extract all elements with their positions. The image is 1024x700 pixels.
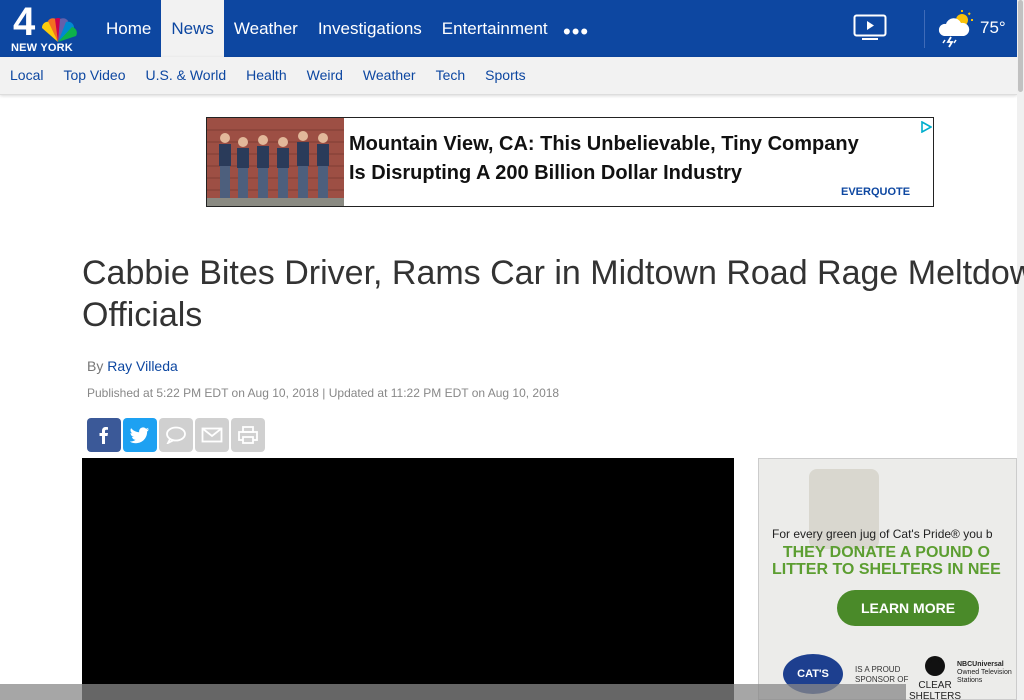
clear-logo-line2: SHELTERS [909, 691, 962, 700]
share-bar [87, 418, 265, 452]
banner-ad[interactable]: Mountain View, CA: This Unbelievable, Ti… [206, 117, 934, 207]
side-ad[interactable]: For every green jug of Cat's Pride® you … [758, 458, 1017, 700]
publish-date: Published at 5:22 PM EDT on Aug 10, 2018… [87, 386, 560, 400]
ad-photo [207, 118, 344, 206]
subnav-weather[interactable]: Weather [353, 57, 426, 94]
side-ad-headline-line2: LITTER TO SHELTERS IN NEE [772, 561, 1001, 578]
nav-entertainment[interactable]: Entertainment [432, 0, 558, 57]
byline-prefix: By [87, 358, 104, 374]
sponsor-text-line1: IS A PROUD [855, 665, 901, 674]
sponsor-text: IS A PROUD SPONSOR OF [855, 665, 908, 685]
nav-weather[interactable]: Weather [224, 0, 308, 57]
facebook-icon [99, 427, 108, 444]
subnav-sports[interactable]: Sports [475, 57, 535, 94]
nbc4-logo[interactable]: 4 NEW YORK [8, 0, 82, 54]
article-title-line1: Cabbie Bites Driver, Rams Car in Midtown… [82, 254, 1024, 292]
email-share-button[interactable] [195, 418, 229, 452]
author-link[interactable]: Ray Villeda [107, 358, 178, 374]
nbcu-line2: Owned Television Stations [957, 669, 1012, 684]
nav-home[interactable]: Home [96, 0, 161, 57]
peacock-icon [41, 18, 77, 42]
side-ad-headline: THEY DONATE A POUND O LITTER TO SHELTERS… [772, 544, 1001, 578]
temperature-readout[interactable]: 75° [980, 18, 1006, 38]
subnav-top-video[interactable]: Top Video [53, 57, 135, 94]
print-icon [238, 426, 258, 444]
main-nav: Home News Weather Investigations Enterta… [96, 0, 558, 57]
horizontal-scrollbar[interactable] [0, 684, 906, 700]
subnav-tech[interactable]: Tech [426, 57, 476, 94]
nav-news[interactable]: News [161, 0, 224, 57]
more-menu-button[interactable]: ••• [563, 19, 589, 45]
ad-headline[interactable]: Mountain View, CA: This Unbelievable, Ti… [349, 130, 859, 188]
comment-icon [166, 426, 186, 444]
vertical-scrollbar[interactable] [1017, 0, 1024, 700]
adchoices-icon[interactable] [920, 121, 932, 133]
twitter-share-button[interactable] [123, 418, 157, 452]
dog-cat-icon [925, 656, 946, 676]
video-player[interactable] [82, 458, 734, 700]
top-navigation-bar: 4 NEW YORK Home News Weather Investigati… [0, 0, 1017, 57]
nbcu-logo: NBCUniversal Owned Television Stations [957, 661, 1016, 685]
header-divider [924, 10, 925, 48]
ad-headline-line2: Is Disrupting A 200 Billion Dollar Indus… [349, 162, 743, 184]
subnav-weird[interactable]: Weird [297, 57, 353, 94]
nav-investigations[interactable]: Investigations [308, 0, 432, 57]
email-icon [201, 427, 223, 443]
side-ad-headline-line1: THEY DONATE A POUND O [782, 544, 990, 561]
subnav-health[interactable]: Health [236, 57, 296, 94]
storm-cloud-sun-icon[interactable] [938, 10, 974, 48]
tv-play-icon[interactable] [853, 14, 887, 42]
facebook-share-button[interactable] [87, 418, 121, 452]
print-button[interactable] [231, 418, 265, 452]
logo-number: 4 [13, 0, 36, 44]
comment-button[interactable] [159, 418, 193, 452]
clear-the-shelters-logo: CLEAR SHELTERS [909, 655, 962, 700]
byline: By Ray Villeda [87, 358, 178, 374]
subnav-local[interactable]: Local [0, 57, 53, 94]
subnav-us-world[interactable]: U.S. & World [135, 57, 236, 94]
ad-brand-logo: EVERQUOTE [841, 186, 911, 198]
clear-logo-line1: CLEAR [918, 680, 952, 691]
scrollbar-thumb[interactable] [1018, 0, 1023, 92]
article-title: Cabbie Bites Driver, Rams Car in Midtown… [82, 252, 1024, 336]
side-ad-tagline: For every green jug of Cat's Pride® you … [772, 527, 993, 541]
twitter-icon [130, 427, 149, 444]
sub-navigation-bar: Local Top Video U.S. & World Health Weir… [0, 57, 1017, 95]
article-title-line2: Officials [82, 296, 203, 334]
learn-more-button[interactable]: LEARN MORE [837, 590, 979, 626]
nbcu-line1: NBCUniversal [957, 661, 1004, 668]
logo-city: NEW YORK [11, 42, 73, 54]
ad-headline-line1: Mountain View, CA: This Unbelievable, Ti… [349, 133, 859, 155]
